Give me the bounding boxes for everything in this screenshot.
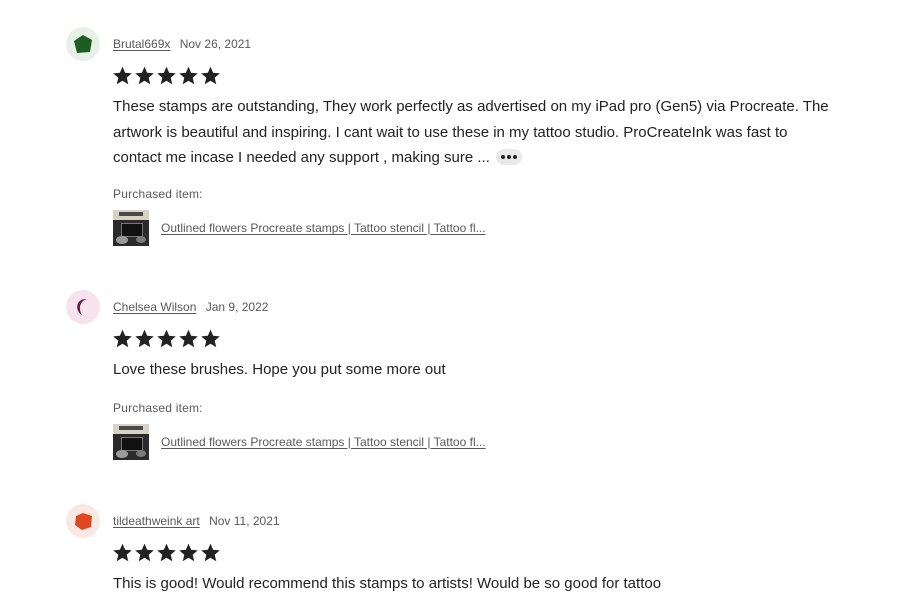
review-text: This is good! Would recommend this stamp…: [113, 575, 662, 592]
item-title-link[interactable]: Outlined flowers Procreate stamps | Tatt…: [161, 221, 486, 235]
star-icon: [113, 329, 132, 348]
review-meta: Brutal669x Nov 26, 2021: [113, 37, 251, 51]
purchased-item: Outlined flowers Procreate stamps | Tatt…: [113, 424, 486, 460]
review-date: Nov 11, 2021: [209, 514, 280, 528]
star-icon: [135, 329, 154, 348]
avatar[interactable]: [66, 504, 100, 538]
star-icon: [113, 66, 132, 85]
review-card: tildeathweink art Nov 11, 2021 This is g…: [0, 504, 900, 600]
review-date: Nov 26, 2021: [179, 37, 252, 51]
star-rating: [112, 328, 221, 349]
review-meta: tildeathweink art Nov 11, 2021: [113, 514, 280, 528]
reviewer-name-link[interactable]: Chelsea Wilson: [113, 300, 196, 314]
star-icon: [179, 329, 198, 348]
review-card: Brutal669x Nov 26, 2021 These stamps are…: [0, 27, 900, 257]
review-meta: Chelsea Wilson Jan 9, 2022: [113, 300, 268, 314]
ellipsis-icon[interactable]: [495, 149, 522, 166]
review-text: These stamps are outstanding, They work …: [113, 98, 829, 166]
item-thumbnail[interactable]: [113, 210, 149, 246]
crescent-icon: [77, 299, 87, 315]
star-icon: [157, 66, 176, 85]
star-icon: [201, 543, 220, 562]
pentagon-icon: [74, 35, 92, 53]
item-thumbnail[interactable]: [113, 424, 149, 460]
reviewer-name-link[interactable]: tildeathweink art: [113, 514, 200, 528]
star-icon: [201, 329, 220, 348]
avatar[interactable]: [66, 27, 100, 61]
review-text-block: This is good! Would recommend this stamp…: [113, 571, 833, 597]
star-rating: [112, 542, 221, 563]
review-card: Chelsea Wilson Jan 9, 2022 Love these br…: [0, 290, 900, 470]
pentagon-icon: [75, 513, 92, 530]
star-icon: [113, 543, 132, 562]
star-icon: [157, 329, 176, 348]
star-rating: [112, 65, 221, 86]
purchased-item-label: Purchased item:: [113, 401, 203, 415]
star-icon: [135, 66, 154, 85]
review-text-block: Love these brushes. Hope you put some mo…: [113, 357, 833, 383]
purchased-item-label: Purchased item:: [113, 187, 203, 201]
star-icon: [201, 66, 220, 85]
reviewer-name-link[interactable]: Brutal669x: [113, 37, 170, 51]
star-icon: [179, 543, 198, 562]
item-title-link[interactable]: Outlined flowers Procreate stamps | Tatt…: [161, 435, 486, 449]
star-icon: [179, 66, 198, 85]
star-icon: [135, 543, 154, 562]
review-date: Jan 9, 2022: [205, 300, 269, 314]
review-text: Love these brushes. Hope you put some mo…: [113, 361, 446, 378]
avatar[interactable]: [66, 290, 100, 324]
review-text-block: These stamps are outstanding, They work …: [113, 94, 833, 171]
star-icon: [157, 543, 176, 562]
purchased-item: Outlined flowers Procreate stamps | Tatt…: [113, 210, 486, 246]
